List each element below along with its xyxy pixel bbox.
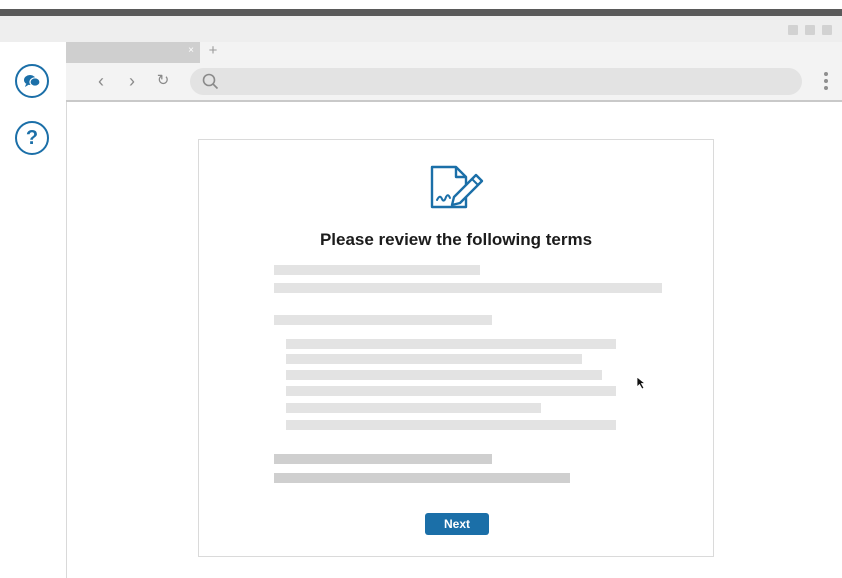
terms-text-line — [286, 370, 602, 380]
back-button[interactable]: ‹ — [91, 70, 111, 92]
window-top-strip — [0, 9, 842, 16]
chat-bubbles-icon — [24, 75, 41, 87]
page-title: Please review the following terms — [319, 230, 593, 249]
terms-text-line — [274, 283, 662, 293]
terms-text-line — [286, 386, 616, 396]
next-button[interactable]: Next — [425, 513, 489, 535]
browser-tab[interactable] — [66, 42, 200, 63]
tab-close-icon[interactable]: × — [185, 44, 197, 58]
new-tab-button[interactable]: + — [205, 43, 221, 59]
reload-button[interactable]: ↻ — [153, 70, 173, 92]
window-maximize-button[interactable] — [805, 25, 815, 35]
help-question-icon: ? — [25, 127, 39, 149]
address-bar[interactable] — [190, 68, 802, 95]
terms-text-line — [286, 403, 541, 413]
window-titlebar — [0, 16, 842, 42]
document-signature-icon — [430, 165, 484, 209]
chat-button[interactable] — [15, 64, 49, 98]
terms-text-line — [274, 315, 492, 325]
window-minimize-button[interactable] — [788, 25, 798, 35]
terms-text-line — [274, 473, 570, 483]
browser-menu-icon[interactable] — [822, 70, 830, 92]
mouse-cursor-icon — [636, 376, 647, 390]
search-icon — [202, 73, 219, 90]
terms-text-line — [286, 354, 582, 364]
terms-text-line — [286, 420, 616, 430]
terms-text-line — [286, 339, 616, 349]
window-close-button[interactable] — [822, 25, 832, 35]
forward-button[interactable]: › — [122, 70, 142, 92]
terms-text-line — [274, 265, 480, 275]
help-button[interactable]: ? — [15, 121, 49, 155]
terms-text-line — [274, 454, 492, 464]
